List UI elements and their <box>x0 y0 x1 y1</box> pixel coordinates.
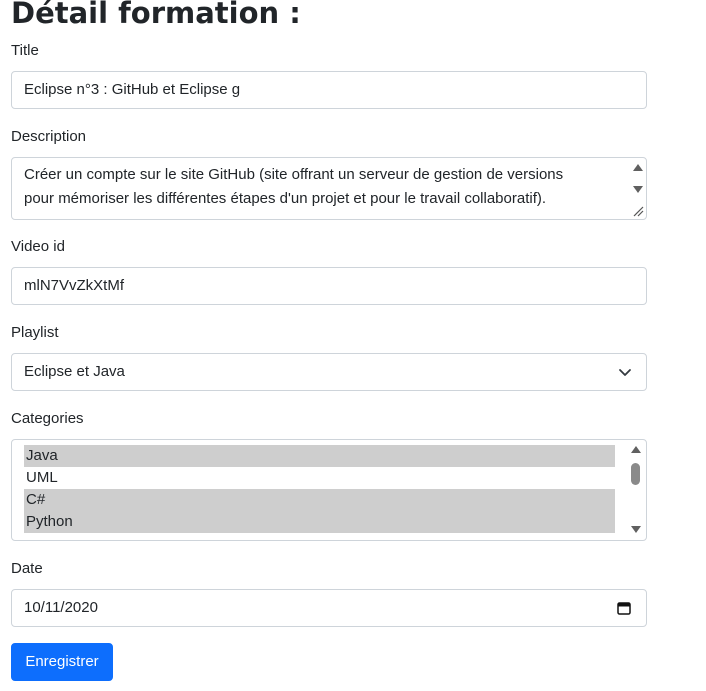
description-line-2: pour mémoriser les différentes étapes d'… <box>24 190 547 207</box>
playlist-select[interactable]: Eclipse et Java <box>11 353 647 391</box>
categories-label: Categories <box>11 410 84 427</box>
title-input-value: Eclipse n°3 : GitHub et Eclipse g <box>24 81 241 98</box>
category-option-python[interactable]: Python <box>24 511 615 533</box>
title-label: Title <box>11 42 39 59</box>
video-id-label: Video id <box>11 238 65 255</box>
calendar-icon[interactable] <box>617 601 631 615</box>
date-label: Date <box>11 560 43 577</box>
video-id-value: mlN7VvZkXtMf <box>24 277 125 294</box>
scroll-thumb[interactable] <box>631 463 640 485</box>
description-line-1: Créer un compte sur le site GitHub (site… <box>24 166 564 183</box>
playlist-selected-value: Eclipse et Java <box>24 363 125 380</box>
date-value: 10/11/2020 <box>24 599 98 616</box>
save-button[interactable]: Enregistrer <box>11 643 113 681</box>
page-title: Détail formation : <box>11 0 301 30</box>
date-input[interactable]: 10/11/2020 <box>11 589 647 627</box>
playlist-label: Playlist <box>11 324 59 341</box>
chevron-down-icon <box>619 369 631 376</box>
description-scrollbar[interactable] <box>632 160 644 200</box>
category-option-uml[interactable]: UML <box>24 467 615 489</box>
scroll-up-arrow-icon[interactable] <box>633 164 643 171</box>
categories-multiselect[interactable]: Java UML C# Python <box>11 439 647 541</box>
description-label: Description <box>11 128 87 145</box>
category-option-csharp[interactable]: C# <box>24 489 615 511</box>
resize-grip-icon[interactable] <box>630 203 644 217</box>
scroll-down-arrow-icon[interactable] <box>631 526 641 533</box>
title-input[interactable]: Eclipse n°3 : GitHub et Eclipse g <box>11 71 647 109</box>
description-textarea[interactable]: Créer un compte sur le site GitHub (site… <box>11 157 647 220</box>
scroll-up-arrow-icon[interactable] <box>631 446 641 453</box>
video-id-input[interactable]: mlN7VvZkXtMf <box>11 267 647 305</box>
category-option-java[interactable]: Java <box>24 445 615 467</box>
scroll-down-arrow-icon[interactable] <box>633 186 643 193</box>
categories-scrollbar[interactable] <box>630 444 642 536</box>
